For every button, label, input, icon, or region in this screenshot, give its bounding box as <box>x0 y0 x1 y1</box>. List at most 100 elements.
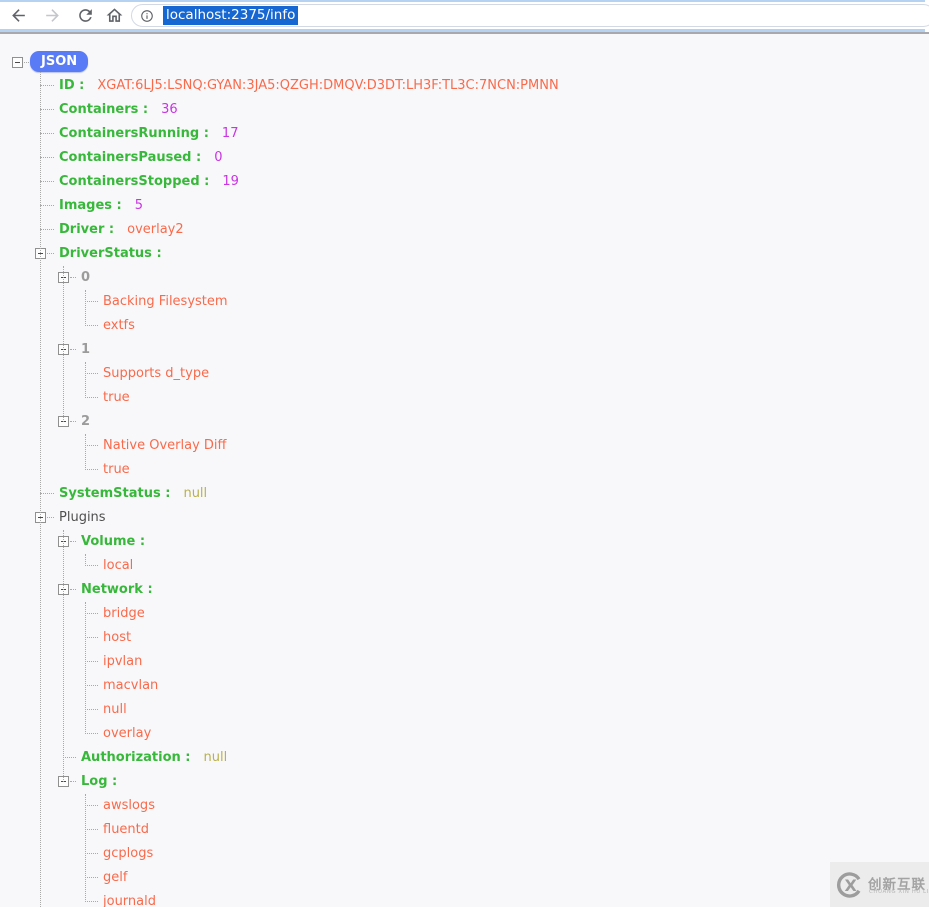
tree-guide <box>40 72 41 907</box>
reload-button[interactable] <box>76 6 96 26</box>
tree-connector <box>85 565 98 566</box>
tree-connector <box>40 109 54 110</box>
json-value: null <box>203 750 228 765</box>
json-key[interactable]: 1 <box>81 342 90 357</box>
tree-entry: DriverStatus <box>59 242 162 266</box>
tree-connector <box>40 493 54 494</box>
json-value: XGAT:6LJ5:LSNQ:GYAN:3JA5:QZGH:DMQV:D3DT:… <box>97 78 559 93</box>
back-button[interactable] <box>9 6 29 26</box>
tree-row: DriverStatus <box>0 242 929 266</box>
tree-entry: Plugins <box>59 506 106 530</box>
watermark-text-en: CHUANG XIN HU LIAN <box>869 889 929 895</box>
tree-entry: Native Overlay Diff <box>103 434 226 458</box>
tree-guide <box>85 362 86 398</box>
json-value: 0 <box>214 150 223 165</box>
back-arrow-icon <box>12 9 25 22</box>
tree-entry: Images 5 <box>59 194 143 218</box>
tree-entry: gelf <box>103 866 127 890</box>
page-info-button[interactable] <box>140 9 154 23</box>
tree-row: ContainersStopped 19 <box>0 170 929 194</box>
json-key: Images <box>59 198 122 213</box>
tree-row: Authorization null <box>0 746 929 770</box>
json-value: overlay2 <box>127 222 184 237</box>
json-key[interactable]: Log <box>81 774 117 789</box>
tree-entry: extfs <box>103 314 135 338</box>
tree-connector <box>85 637 98 638</box>
json-value: Supports d_type <box>103 366 210 381</box>
json-key: Containers <box>59 102 148 117</box>
json-key: SystemStatus <box>59 486 170 501</box>
json-key[interactable]: 2 <box>81 414 90 429</box>
json-value: ipvlan <box>103 654 143 669</box>
tree-toggle-root[interactable] <box>12 57 23 68</box>
tree-entry: ContainersPaused 0 <box>59 146 222 170</box>
tree-connector <box>40 133 54 134</box>
json-key: Authorization <box>81 750 191 765</box>
tree-entry: host <box>103 626 131 650</box>
home-icon <box>106 8 123 22</box>
json-key[interactable]: Network <box>81 582 153 597</box>
tree-connector <box>70 349 76 350</box>
json-key[interactable]: 0 <box>81 270 90 285</box>
tree-guide <box>85 602 86 734</box>
json-value: fluentd <box>103 822 150 837</box>
tree-entry: bridge <box>103 602 145 626</box>
tree-connector <box>85 853 98 854</box>
tree-row: 1 <box>0 338 929 362</box>
tree-connector <box>85 805 98 806</box>
tree-row: Containers 36 <box>0 98 929 122</box>
svg-text:X: X <box>845 876 858 895</box>
tree-connector <box>70 421 76 422</box>
tree-entry: Backing Filesystem <box>103 290 228 314</box>
tree-connector <box>47 517 54 518</box>
address-bar[interactable]: localhost:2375/info <box>131 4 929 27</box>
tree-entry: journald <box>103 890 156 907</box>
forward-arrow-icon <box>46 9 59 22</box>
tree-connector <box>85 829 98 830</box>
home-button[interactable] <box>105 6 125 26</box>
tree-row: gelf <box>0 866 929 890</box>
tree-row: bridge <box>0 602 929 626</box>
tree-connector <box>85 301 98 302</box>
tree-connector <box>85 397 98 398</box>
tree-connector <box>85 613 98 614</box>
tree-connector <box>85 373 98 374</box>
json-key[interactable]: DriverStatus <box>59 246 162 261</box>
tree-entry: ID XGAT:6LJ5:LSNQ:GYAN:3JA5:QZGH:DMQV:D3D… <box>59 74 559 98</box>
tree-entry: awslogs <box>103 794 155 818</box>
json-key: ContainersPaused <box>59 150 201 165</box>
tree-entry: true <box>103 386 130 410</box>
tree-entry: 0 <box>81 266 90 290</box>
json-key[interactable]: Volume <box>81 534 145 549</box>
watermark: X 创新互联 CHUANG XIN HU LIAN <box>830 862 929 907</box>
tree-connector <box>63 757 76 758</box>
json-value: macvlan <box>103 678 159 693</box>
tree-row: extfs <box>0 314 929 338</box>
json-value: 36 <box>161 102 178 117</box>
tree-row: Driver overlay2 <box>0 218 929 242</box>
tree-row: macvlan <box>0 674 929 698</box>
tree-connector <box>40 157 54 158</box>
url-text[interactable]: localhost:2375/info <box>163 6 299 25</box>
tree-row: awslogs <box>0 794 929 818</box>
tree-connector <box>70 781 76 782</box>
tree-guide <box>85 554 86 566</box>
json-key[interactable]: Plugins <box>59 510 106 525</box>
tree-row: fluentd <box>0 818 929 842</box>
watermark-logo-icon: X <box>837 872 861 898</box>
json-value: true <box>103 390 130 405</box>
tree-row: ipvlan <box>0 650 929 674</box>
tree-connector <box>85 685 98 686</box>
json-value: Backing Filesystem <box>103 294 228 309</box>
tree-row: Backing Filesystem <box>0 290 929 314</box>
tree-connector <box>70 541 76 542</box>
tree-row: true <box>0 386 929 410</box>
tree-connector <box>85 445 98 446</box>
tree-row: gcplogs <box>0 842 929 866</box>
json-key: ContainersRunning <box>59 126 209 141</box>
tree-row: null <box>0 698 929 722</box>
forward-button[interactable] <box>43 6 63 26</box>
tree-connector <box>85 661 98 662</box>
json-key: Driver <box>59 222 114 237</box>
json-root-badge[interactable]: JSON <box>30 51 89 72</box>
